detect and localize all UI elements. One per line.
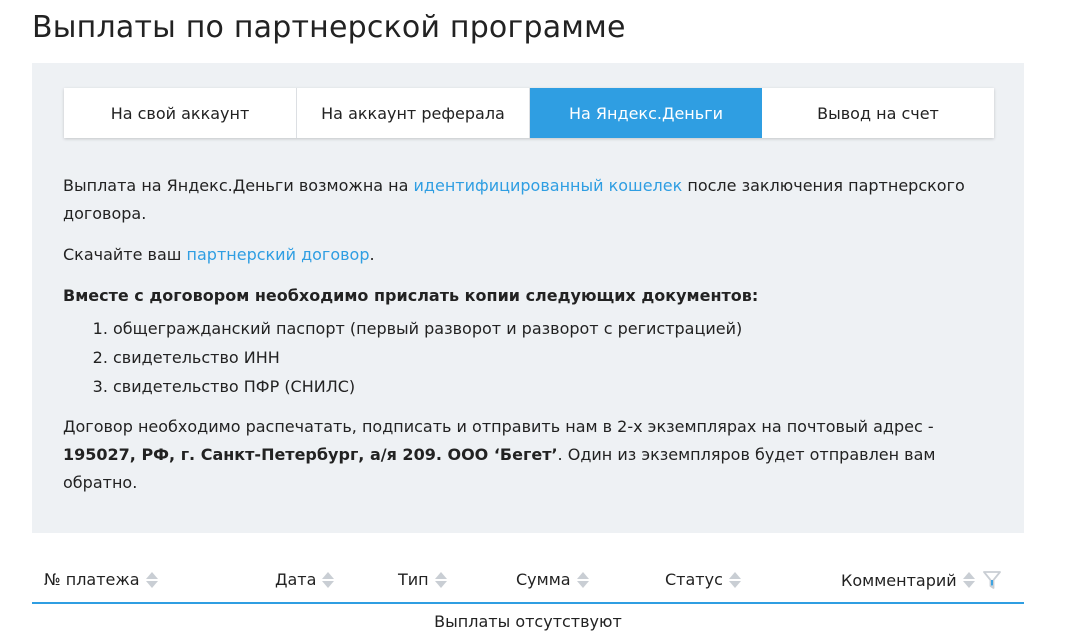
sort-icon[interactable]: [576, 571, 589, 589]
page-title: Выплаты по партнерской программе: [32, 10, 626, 45]
partner-contract-link[interactable]: партнерский договор: [187, 245, 370, 264]
column-date[interactable]: Дата: [275, 570, 335, 589]
postal-address: 195027, РФ, г. Санкт-Петербург, а/я 209.…: [63, 445, 558, 464]
documents-list: общегражданский паспорт (первый разворот…: [63, 314, 1003, 401]
wallet-text-before: Выплата на Яндекс.Деньги возможна на: [63, 176, 414, 195]
column-payment-number[interactable]: № платежа: [44, 570, 158, 589]
page: Выплаты по партнерской программе На свой…: [0, 0, 1068, 639]
payments-empty-message: Выплаты отсутствуют: [434, 612, 622, 631]
payments-table-header: № платежа Дата Тип Сумма Статус Коммента…: [32, 560, 1024, 604]
tab-own-account[interactable]: На свой аккаунт: [64, 88, 297, 138]
column-comment[interactable]: Комментарий: [841, 570, 1001, 590]
mailing-paragraph: Договор необходимо распечатать, подписат…: [63, 413, 1003, 497]
column-label: Комментарий: [841, 570, 957, 590]
download-text-before: Скачайте ваш: [63, 245, 187, 264]
mailing-text-before: Договор необходимо распечатать, подписат…: [63, 417, 934, 436]
tab-referral-account[interactable]: На аккаунт реферала: [297, 88, 530, 138]
column-label: Тип: [398, 570, 429, 589]
filter-icon[interactable]: [982, 570, 1001, 590]
payout-panel: На свой аккаунт На аккаунт реферала На Я…: [32, 63, 1024, 533]
list-item: свидетельство ИНН: [113, 343, 1003, 372]
column-amount[interactable]: Сумма: [516, 570, 589, 589]
column-label: Статус: [665, 570, 723, 589]
sort-icon[interactable]: [962, 571, 975, 589]
payout-tabs: На свой аккаунт На аккаунт реферала На Я…: [64, 88, 994, 138]
column-label: Дата: [275, 570, 317, 589]
column-status[interactable]: Статус: [665, 570, 741, 589]
wallet-paragraph: Выплата на Яндекс.Деньги возможна на иде…: [63, 172, 1003, 228]
tab-yandex-money[interactable]: На Яндекс.Деньги: [530, 88, 762, 138]
download-text-after: .: [369, 245, 375, 264]
list-item: общегражданский паспорт (первый разворот…: [113, 314, 1003, 343]
identified-wallet-link[interactable]: идентифицированный кошелек: [414, 176, 683, 195]
column-label: Сумма: [516, 570, 571, 589]
sort-icon[interactable]: [322, 571, 335, 589]
tab-bank-withdrawal[interactable]: Вывод на счет: [762, 88, 994, 138]
sort-icon[interactable]: [728, 571, 741, 589]
sort-icon[interactable]: [145, 571, 158, 589]
list-item: свидетельство ПФР (СНИЛС): [113, 372, 1003, 401]
sort-icon[interactable]: [434, 571, 447, 589]
download-paragraph: Скачайте ваш партнерский договор.: [63, 241, 1003, 269]
column-type[interactable]: Тип: [398, 570, 447, 589]
payout-instructions: Выплата на Яндекс.Деньги возможна на иде…: [63, 172, 1003, 497]
column-label: № платежа: [44, 570, 140, 589]
documents-heading: Вместе с договором необходимо прислать к…: [63, 286, 759, 305]
